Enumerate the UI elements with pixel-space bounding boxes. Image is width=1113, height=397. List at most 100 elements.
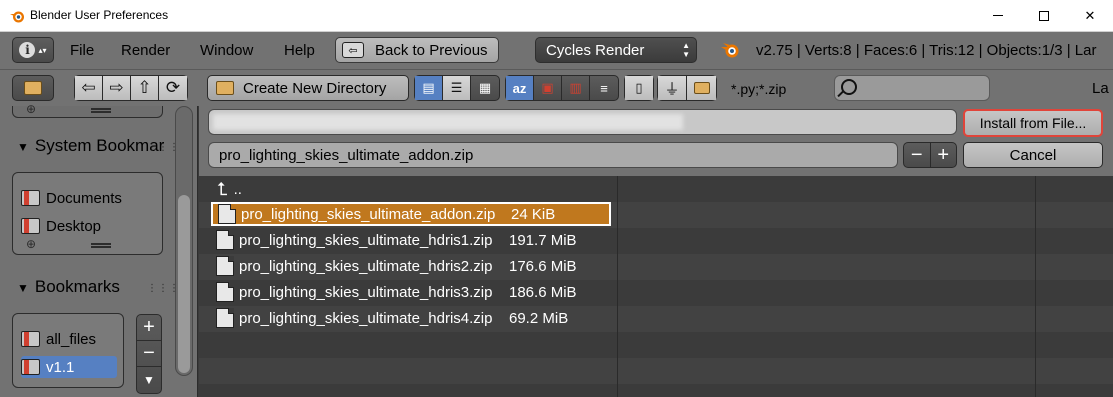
back-to-previous-button[interactable]: ⇦ Back to Previous (335, 37, 499, 63)
create-new-directory-button[interactable]: Create New Directory (207, 75, 409, 101)
search-icon (841, 79, 857, 95)
sort-extension-icon: ▣ (541, 80, 554, 95)
close-icon: ✕ (1084, 7, 1096, 23)
file-size: 186.6 MiB (509, 283, 577, 301)
refresh-button[interactable]: ⟳ (159, 76, 188, 100)
file-row[interactable]: pro_lighting_skies_ultimate_hdris1.zip 1… (211, 228, 611, 252)
system-bookmarks-title: System Bookmar (34, 136, 165, 155)
hide-dot-files-toggle[interactable]: ▯ (624, 75, 654, 101)
list-short-icon: ▤ (422, 80, 435, 95)
back-nav-button[interactable]: ⇦ (75, 76, 104, 100)
add-bookmark-button[interactable]: + (137, 315, 161, 341)
render-engine-value: Cycles Render (546, 41, 645, 59)
title-bar: Blender User Preferences ✕ (0, 0, 1113, 32)
create-dir-label: Create New Directory (243, 79, 387, 97)
arrow-left-icon: ⇦ (81, 78, 96, 97)
blender-logo-icon (721, 43, 739, 58)
maximize-icon (1039, 10, 1049, 21)
collapse-triangle-icon: ▼ (17, 140, 29, 154)
bookmark-menu-button[interactable]: ▼ (137, 367, 161, 393)
collapse-triangle-icon: ▼ (17, 281, 29, 295)
long-list-button[interactable]: ☰ (443, 76, 472, 100)
resize-grip[interactable] (91, 108, 111, 113)
sort-size-button[interactable]: ≡ (590, 76, 618, 100)
path-panel: Install from File... pro_lighting_skies_… (199, 106, 1113, 176)
file-row[interactable]: pro_lighting_skies_ultimate_hdris2.zip 1… (211, 254, 611, 278)
bookmarks-list: all_files v1.1 (12, 313, 124, 388)
file-icon (216, 230, 234, 250)
main-header: i ▴▾ File Render Window Help ⇦ Back to P… (0, 32, 1113, 69)
directory-path-field[interactable] (208, 109, 957, 135)
list-item[interactable]: Desktop (21, 215, 109, 237)
back-icon: ⇦ (342, 42, 364, 58)
info-icon: i (19, 42, 36, 58)
file-name: pro_lighting_skies_ultimate_addon.zip (241, 205, 496, 223)
sort-alpha-button[interactable]: az (506, 76, 535, 100)
filter-glob[interactable]: *.py;*.zip (731, 81, 786, 97)
thumbnails-button[interactable]: ▦ (471, 76, 499, 100)
thumbnails-icon: ▦ (478, 80, 492, 95)
bookmarks-heading[interactable]: ▼ Bookmarks (17, 277, 120, 297)
folder-icon (216, 81, 234, 95)
refresh-icon: ⟳ (165, 78, 181, 97)
decrement-filename-button[interactable]: − (904, 143, 931, 167)
maximize-button[interactable] (1021, 0, 1067, 31)
file-row[interactable]: pro_lighting_skies_ultimate_hdris4.zip 6… (211, 306, 611, 330)
menu-render[interactable]: Render (121, 42, 170, 59)
close-button[interactable]: ✕ (1067, 0, 1113, 31)
filter-button[interactable]: ⏚ (658, 76, 687, 100)
sidebar-scrollbar[interactable] (175, 106, 193, 376)
sort-size-icon: ≡ (600, 80, 608, 96)
minus-icon: − (143, 342, 155, 364)
bookmark-icon (21, 331, 40, 347)
sort-extension-button[interactable]: ▣ (534, 76, 563, 100)
file-size: 24 KiB (511, 205, 556, 223)
list-item-label: Desktop (46, 217, 102, 235)
file-list: ⮤ .. pro_lighting_skies_ultimate_addon.z… (199, 176, 1113, 397)
increment-filename-button[interactable]: + (931, 143, 957, 167)
editor-type-button[interactable]: i ▴▾ (12, 37, 54, 63)
list-item[interactable]: v1.1 (21, 356, 117, 378)
list-long-icon: ☰ (450, 80, 463, 95)
plus-icon: + (143, 316, 155, 338)
parent-dir-button[interactable]: ⇧ (131, 76, 160, 100)
back-label: Back to Previous (375, 41, 488, 59)
search-input[interactable] (834, 75, 990, 101)
folder-filter-button[interactable] (687, 76, 716, 100)
menu-window[interactable]: Window (200, 42, 253, 59)
file-row[interactable]: pro_lighting_skies_ultimate_addon.zip 24… (211, 202, 611, 226)
add-icon[interactable]: ⊕ (26, 237, 36, 251)
list-item[interactable]: Documents (21, 187, 130, 209)
editor-type-button[interactable] (12, 75, 54, 101)
install-from-file-button[interactable]: Install from File... (963, 109, 1103, 137)
arrow-right-icon: ⇨ (109, 78, 124, 97)
plus-icon: + (937, 143, 950, 166)
bookmark-icon (21, 218, 40, 234)
scene-stats: v2.75 | Verts:8 | Faces:6 | Tris:12 | Ob… (756, 42, 1097, 59)
ghost-icon: ▯ (625, 76, 653, 100)
scrollbar-thumb[interactable] (178, 195, 190, 373)
minimize-button[interactable] (975, 0, 1021, 31)
remove-bookmark-button[interactable]: − (137, 341, 161, 367)
resize-grip[interactable] (91, 243, 111, 248)
file-name: pro_lighting_skies_ultimate_hdris2.zip (239, 257, 493, 275)
file-icon (216, 308, 234, 328)
cancel-button[interactable]: Cancel (963, 142, 1103, 168)
filename-field[interactable]: pro_lighting_skies_ultimate_addon.zip (208, 142, 898, 168)
add-icon[interactable]: ⊕ (26, 102, 36, 116)
list-item[interactable]: all_files (21, 328, 104, 350)
render-engine-select[interactable]: Cycles Render ▲ ▼ (535, 37, 697, 63)
file-row[interactable]: pro_lighting_skies_ultimate_hdris3.zip 1… (211, 280, 611, 304)
bookmarks-title: Bookmarks (34, 277, 120, 296)
dropdown-arrows-icon: ▴▾ (38, 45, 47, 55)
parent-directory-row[interactable]: ⮤ .. (217, 179, 242, 200)
sort-time-button[interactable]: ▥ (562, 76, 591, 100)
short-list-button[interactable]: ▤ (415, 76, 444, 100)
menu-help[interactable]: Help (284, 42, 315, 59)
parent-dir-icon: ⮤ (217, 179, 228, 199)
system-bookmarks-heading[interactable]: ▼ System Bookmar (17, 136, 164, 156)
forward-nav-button[interactable]: ⇨ (103, 76, 132, 100)
file-size: 69.2 MiB (509, 309, 569, 327)
menu-file[interactable]: File (70, 42, 94, 59)
parent-dir-icon: ⇧ (137, 78, 152, 97)
